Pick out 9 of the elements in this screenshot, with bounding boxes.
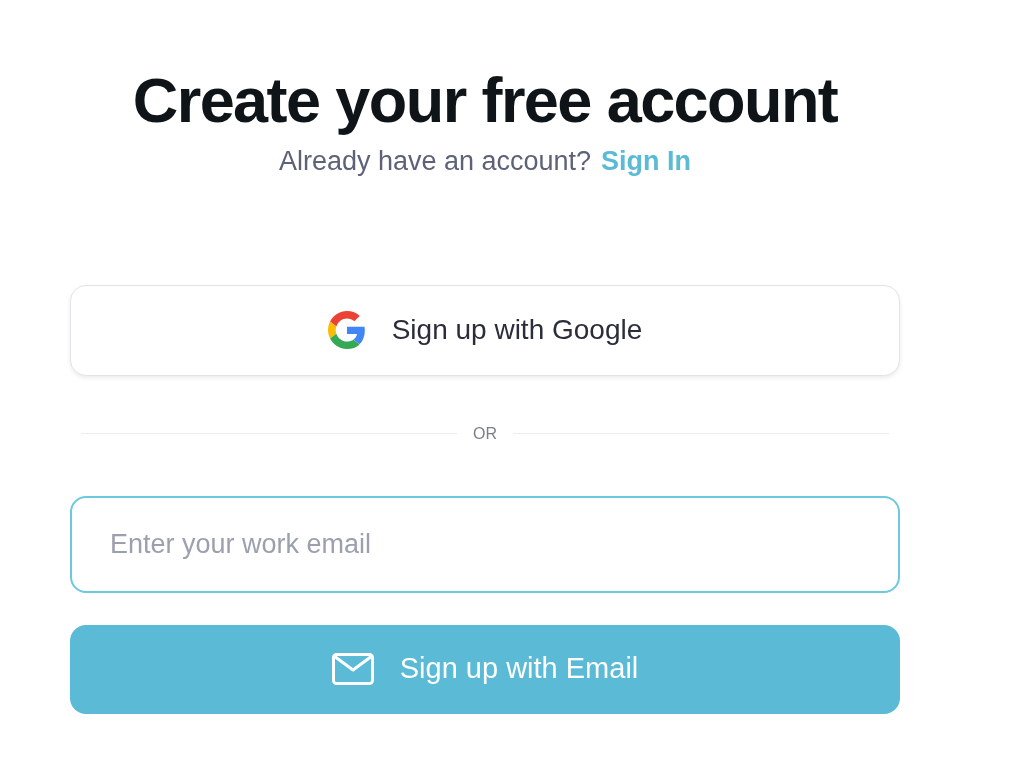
email-input-field[interactable]: Enter your work email [70, 495, 900, 593]
sign-in-link[interactable]: Sign In [601, 141, 692, 182]
google-logo-icon [327, 311, 366, 349]
google-signup-button[interactable]: Sign up with Google [70, 284, 900, 376]
email-signup-button[interactable]: Sign up with Email [70, 624, 900, 714]
page-heading: Create your free account [132, 64, 838, 137]
envelope-icon [331, 653, 374, 685]
divider-label: OR [473, 423, 497, 444]
subtitle-text: Already have an account? [278, 145, 592, 178]
